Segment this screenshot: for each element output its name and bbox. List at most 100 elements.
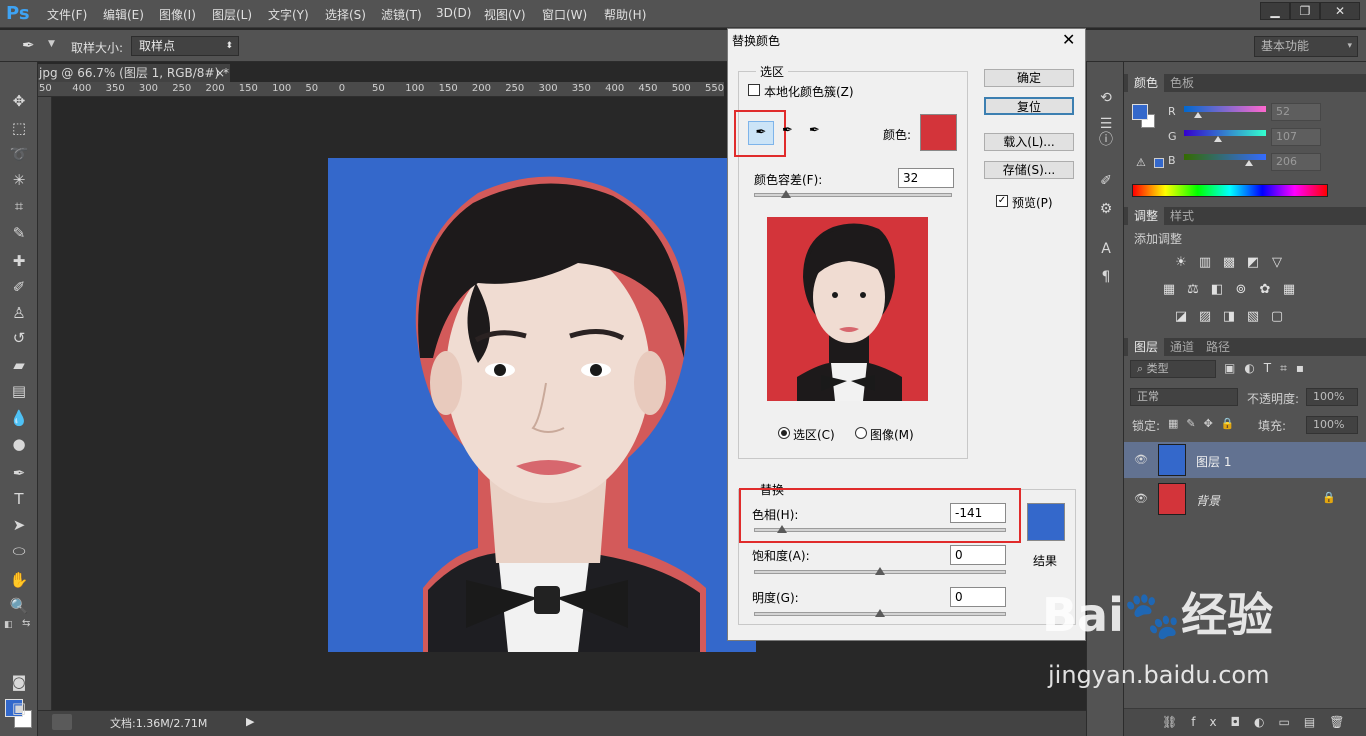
hue-slider[interactable] — [754, 528, 1006, 532]
gamut-swatch[interactable] — [1154, 158, 1164, 168]
selective-color-icon[interactable]: ▢ — [1268, 309, 1286, 325]
quick-mask-icon[interactable]: ◙ — [8, 671, 30, 693]
character-panel-icon[interactable]: A — [1097, 240, 1115, 258]
r-slider-thumb[interactable] — [1194, 112, 1202, 118]
gradient-tool-icon[interactable]: ▤ — [8, 380, 30, 402]
black-white-icon[interactable]: ◧ — [1208, 282, 1226, 298]
posterize-icon[interactable]: ▨ — [1196, 309, 1214, 325]
close-tab-icon[interactable]: × — [215, 64, 225, 82]
save-button[interactable]: 存储(S)... — [984, 161, 1074, 179]
tab-layers[interactable]: 图层 — [1128, 338, 1165, 356]
sample-size-select[interactable]: 取样点 ⬍ — [131, 36, 239, 56]
magic-wand-tool-icon[interactable]: ✳ — [8, 169, 30, 191]
tool-preset-chevron-icon[interactable]: ▼ — [48, 39, 55, 49]
lock-icons[interactable]: ▦✎✥🔒 — [1168, 417, 1243, 430]
menu-view[interactable]: 视图(V) — [484, 6, 526, 23]
blur-tool-icon[interactable]: 💧 — [8, 407, 30, 429]
marquee-tool-icon[interactable]: ⬚ — [8, 117, 30, 139]
hand-tool-icon[interactable]: ✋ — [8, 569, 30, 591]
fuzziness-input[interactable]: 32 — [898, 168, 954, 188]
type-tool-icon[interactable]: T — [8, 488, 30, 510]
swap-colors-icon[interactable]: ⇆ — [22, 618, 30, 629]
brush-panel-icon[interactable]: ✐ — [1097, 172, 1115, 190]
levels-icon[interactable]: ▥ — [1196, 255, 1214, 271]
vibrance-icon[interactable]: ▽ — [1268, 255, 1286, 271]
menu-filter[interactable]: 滤镜(T) — [381, 6, 422, 23]
workspace-select[interactable]: 基本功能 ▾ — [1254, 36, 1358, 57]
channel-mixer-icon[interactable]: ✿ — [1256, 282, 1274, 298]
lightness-input[interactable]: 0 — [950, 587, 1006, 607]
document-tab[interactable]: jpg @ 66.7% (图层 1, RGB/8#) * × — [38, 64, 230, 82]
load-button[interactable]: 载入(L)... — [984, 133, 1074, 151]
menu-type[interactable]: 文字(Y) — [268, 6, 309, 23]
fill-input[interactable]: 100% — [1306, 416, 1358, 434]
screen-mode-icon[interactable]: ▣ — [8, 697, 30, 719]
hue-saturation-icon[interactable]: ▦ — [1160, 282, 1178, 298]
radio-image[interactable] — [855, 427, 867, 439]
crop-tool-icon[interactable]: ⌗ — [8, 195, 30, 217]
paragraph-panel-icon[interactable]: ¶ — [1097, 268, 1115, 286]
brightness-contrast-icon[interactable]: ☀ — [1172, 255, 1190, 271]
restore-button[interactable]: ❐ — [1290, 2, 1320, 20]
menu-select[interactable]: 选择(S) — [325, 6, 366, 23]
minimize-button[interactable]: ▁ — [1260, 2, 1290, 20]
eyedropper-icon[interactable]: ✒ — [748, 121, 774, 145]
move-tool-icon[interactable]: ✥ — [8, 90, 30, 112]
b-value[interactable]: 206 — [1271, 153, 1321, 171]
eyedropper-tool-icon[interactable]: ✒ — [22, 36, 44, 56]
tab-color[interactable]: 颜色 — [1128, 74, 1165, 92]
color-balance-icon[interactable]: ⚖ — [1184, 282, 1202, 298]
visibility-eye-icon[interactable]: 👁 — [1134, 492, 1148, 505]
exposure-icon[interactable]: ◩ — [1244, 255, 1262, 271]
close-window-button[interactable]: ✕ — [1320, 2, 1360, 20]
default-colors-icon[interactable]: ◧ — [4, 620, 13, 630]
reset-button[interactable]: 复位 — [984, 97, 1074, 115]
eyedropper-add-icon[interactable]: ✒ — [782, 123, 793, 138]
clone-stamp-tool-icon[interactable]: ♙ — [8, 302, 30, 324]
lasso-tool-icon[interactable]: ➰ — [8, 143, 30, 165]
preview-checkbox[interactable]: ✓ — [996, 195, 1008, 207]
tab-adjustments[interactable]: 调整 — [1128, 207, 1165, 225]
menu-window[interactable]: 窗口(W) — [542, 6, 587, 23]
gamut-warning-icon[interactable]: ⚠ — [1136, 156, 1146, 169]
hue-input[interactable]: -141 — [950, 503, 1006, 523]
menu-3d[interactable]: 3D(D) — [436, 6, 471, 20]
lightness-slider-thumb[interactable] — [875, 609, 885, 617]
history-brush-tool-icon[interactable]: ↺ — [8, 327, 30, 349]
ellipse-tool-icon[interactable]: ⬭ — [8, 540, 30, 562]
zoom-tool-icon[interactable]: 🔍 — [8, 595, 30, 617]
color-lookup-icon[interactable]: ▦ — [1280, 282, 1298, 298]
blend-mode-select[interactable]: 正常 — [1130, 388, 1238, 406]
path-selection-tool-icon[interactable]: ➤ — [8, 514, 30, 536]
eyedropper-subtract-icon[interactable]: ✒ — [809, 123, 820, 138]
dodge-tool-icon[interactable]: ● — [8, 433, 30, 455]
info-panel-icon[interactable]: ⓘ — [1097, 131, 1115, 149]
status-menu-arrow-icon[interactable]: ▶ — [246, 715, 254, 728]
radio-selection[interactable] — [778, 427, 790, 439]
menu-image[interactable]: 图像(I) — [159, 6, 196, 23]
opacity-input[interactable]: 100% — [1306, 388, 1358, 406]
r-value[interactable]: 52 — [1271, 103, 1321, 121]
layer-row[interactable]: 👁 图层 1 — [1124, 442, 1366, 478]
saturation-slider-thumb[interactable] — [875, 567, 885, 575]
menu-file[interactable]: 文件(F) — [47, 6, 87, 23]
visibility-eye-icon[interactable]: 👁 — [1134, 453, 1148, 466]
tab-paths[interactable]: 路径 — [1200, 338, 1236, 356]
dialog-close-button[interactable]: ✕ — [1062, 30, 1075, 49]
result-color-swatch[interactable] — [1027, 503, 1065, 541]
threshold-icon[interactable]: ◨ — [1220, 309, 1238, 325]
b-slider[interactable] — [1184, 154, 1266, 160]
tab-swatches[interactable]: 色板 — [1164, 74, 1200, 92]
zoom-level-icon[interactable] — [52, 714, 72, 730]
panel-foreground-swatch[interactable] — [1132, 104, 1148, 120]
layer-actions-icons[interactable]: ⛓fx◘◐▭▤🗑 — [1162, 715, 1358, 729]
clone-source-panel-icon[interactable]: ⚙ — [1097, 200, 1115, 218]
color-spectrum-ramp[interactable] — [1132, 184, 1328, 197]
selection-color-swatch[interactable] — [920, 114, 957, 151]
saturation-input[interactable]: 0 — [950, 545, 1006, 565]
layer-filter-select[interactable]: ⌕ 类型 — [1130, 360, 1216, 378]
layer-row[interactable]: 👁 背景 🔒 — [1124, 481, 1366, 517]
pen-tool-icon[interactable]: ✒ — [8, 462, 30, 484]
fuzziness-slider-thumb[interactable] — [780, 190, 791, 198]
menu-edit[interactable]: 编辑(E) — [103, 6, 144, 23]
